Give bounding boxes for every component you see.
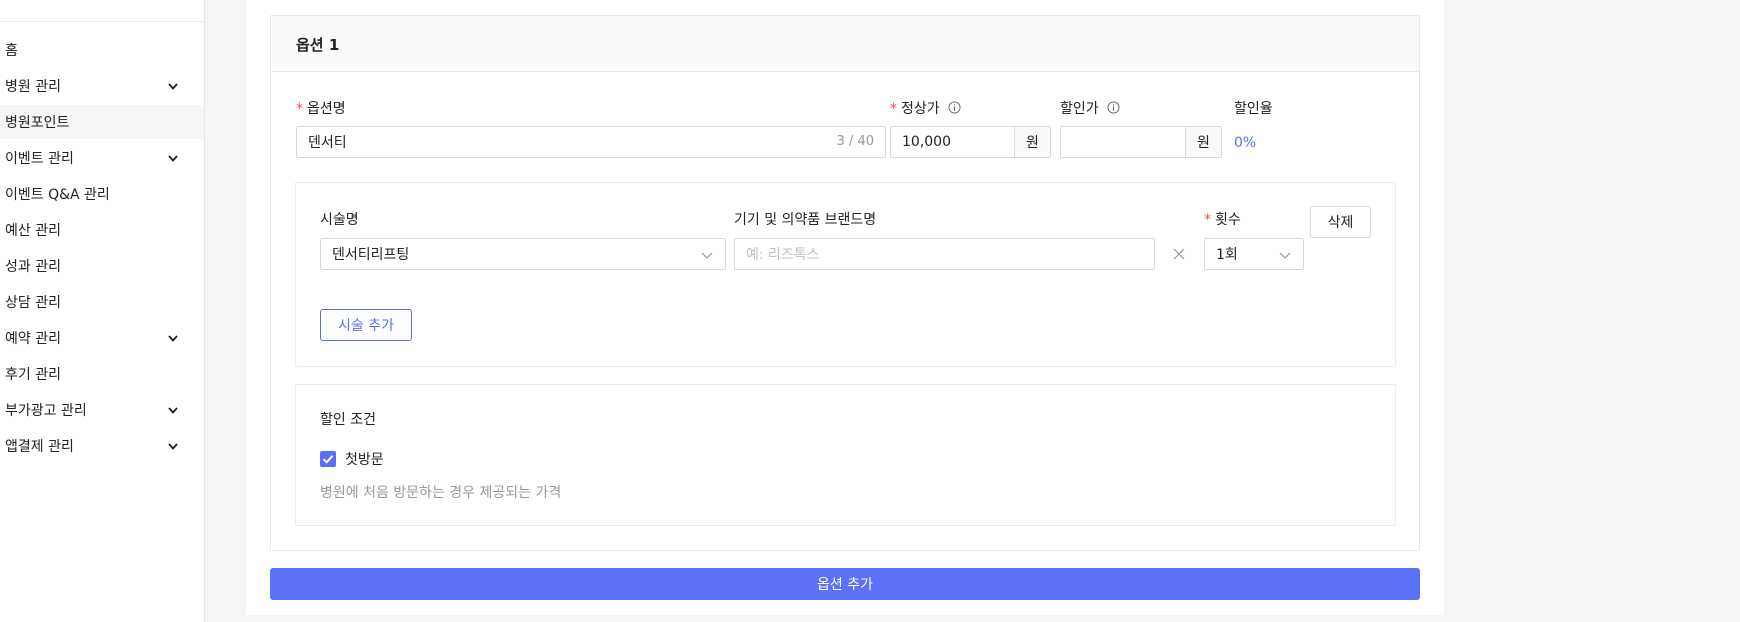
condition-hint: 병원에 처음 방문하는 경우 제공되는 가격	[320, 485, 562, 501]
procedure-name-select[interactable]: 덴서티리프팅	[320, 238, 726, 270]
chevron-down-icon[interactable]	[167, 440, 179, 452]
chevron-down-icon	[701, 252, 713, 259]
brand-input[interactable]: 예: 리즈톡스	[734, 238, 1155, 270]
sidebar-item-label: 예산 관리	[5, 223, 61, 239]
brand-label: 기기 및 의약품 브랜드명	[734, 212, 877, 228]
check-icon	[322, 455, 334, 464]
price-input[interactable]: 10,000	[890, 126, 1015, 158]
sidebar-item[interactable]: 이벤트 Q&A 관리	[0, 177, 204, 211]
sidebar-item[interactable]: 병원 관리	[0, 69, 204, 103]
chevron-down-icon[interactable]	[167, 404, 179, 416]
add-option-button[interactable]: 옵션 추가	[270, 568, 1420, 600]
option-card: 옵션 1 * 옵션명 덴서티 3 / 40 * 정상가 10,000 원 할인가 원…	[270, 15, 1420, 551]
sidebar-item[interactable]: 예산 관리	[0, 213, 204, 247]
info-icon[interactable]	[1107, 101, 1120, 114]
chevron-down-icon[interactable]	[167, 152, 179, 164]
option-name-counter: 3 / 40	[836, 134, 874, 149]
required-mark: *	[890, 101, 897, 117]
count-select[interactable]: 1회	[1204, 238, 1304, 270]
price-label: * 정상가	[890, 98, 961, 118]
add-procedure-button[interactable]: 시술 추가	[320, 309, 412, 341]
discount-unit: 원	[1185, 126, 1222, 158]
option-card-header: 옵션 1	[271, 16, 1419, 72]
sidebar-divider	[0, 21, 204, 22]
close-icon[interactable]	[1172, 247, 1186, 261]
discount-label: 할인가	[1060, 98, 1120, 118]
option-name-label: * 옵션명	[296, 101, 346, 117]
sidebar-item[interactable]: 상담 관리	[0, 285, 204, 319]
sidebar-item-label: 홈	[5, 43, 18, 59]
chevron-down-icon[interactable]	[167, 80, 179, 92]
sidebar-item-label: 부가광고 관리	[5, 403, 87, 419]
sidebar-item[interactable]: 예약 관리	[0, 321, 204, 355]
procedure-name-label: 시술명	[320, 212, 359, 228]
rate-value: 0%	[1234, 135, 1257, 151]
sidebar-item-label: 앱결제 관리	[5, 439, 74, 455]
sidebar-item[interactable]: 홈	[0, 33, 204, 67]
sidebar-item[interactable]: 이벤트 관리	[0, 141, 204, 175]
condition-title: 할인 조건	[320, 412, 376, 428]
price-unit: 원	[1014, 126, 1051, 158]
sidebar-item[interactable]: 부가광고 관리	[0, 393, 204, 427]
option-title: 옵션 1	[296, 36, 340, 54]
sidebar: 홈병원 관리병원포인트이벤트 관리이벤트 Q&A 관리예산 관리성과 관리상담 …	[0, 0, 205, 622]
sidebar-item-label: 이벤트 Q&A 관리	[5, 187, 110, 203]
info-icon[interactable]	[948, 101, 961, 114]
sidebar-item-label: 이벤트 관리	[5, 151, 74, 167]
first-visit-checkbox[interactable]	[320, 451, 336, 467]
delete-button[interactable]: 삭제	[1310, 206, 1371, 238]
sidebar-item-label: 병원포인트	[5, 115, 70, 131]
first-visit-label[interactable]: 첫방문	[345, 449, 384, 469]
sidebar-item[interactable]: 후기 관리	[0, 357, 204, 391]
sidebar-item-label: 성과 관리	[5, 259, 61, 275]
sidebar-item-label: 예약 관리	[5, 331, 61, 347]
option-name-input[interactable]: 덴서티 3 / 40	[296, 126, 886, 158]
count-label: * 횟수	[1204, 212, 1241, 228]
discount-input[interactable]	[1060, 126, 1186, 158]
sidebar-item[interactable]: 성과 관리	[0, 249, 204, 283]
chevron-down-icon[interactable]	[167, 332, 179, 344]
sidebar-item[interactable]: 앱결제 관리	[0, 429, 204, 463]
discount-condition-box: 할인 조건 첫방문 병원에 처음 방문하는 경우 제공되는 가격	[295, 384, 1396, 526]
sidebar-item[interactable]: 병원포인트	[0, 105, 204, 139]
procedure-box: 시술명 덴서티리프팅 기기 및 의약품 브랜드명 예: 리즈톡스 * 횟수 1회 …	[295, 182, 1396, 367]
sidebar-item-label: 병원 관리	[5, 79, 61, 95]
rate-label: 할인율	[1234, 101, 1273, 117]
required-mark: *	[296, 101, 303, 117]
required-mark: *	[1204, 212, 1211, 228]
main-content: 옵션 1 * 옵션명 덴서티 3 / 40 * 정상가 10,000 원 할인가 원…	[246, 0, 1444, 615]
chevron-down-icon	[1279, 252, 1291, 259]
sidebar-item-label: 후기 관리	[5, 367, 61, 383]
sidebar-item-label: 상담 관리	[5, 295, 61, 311]
